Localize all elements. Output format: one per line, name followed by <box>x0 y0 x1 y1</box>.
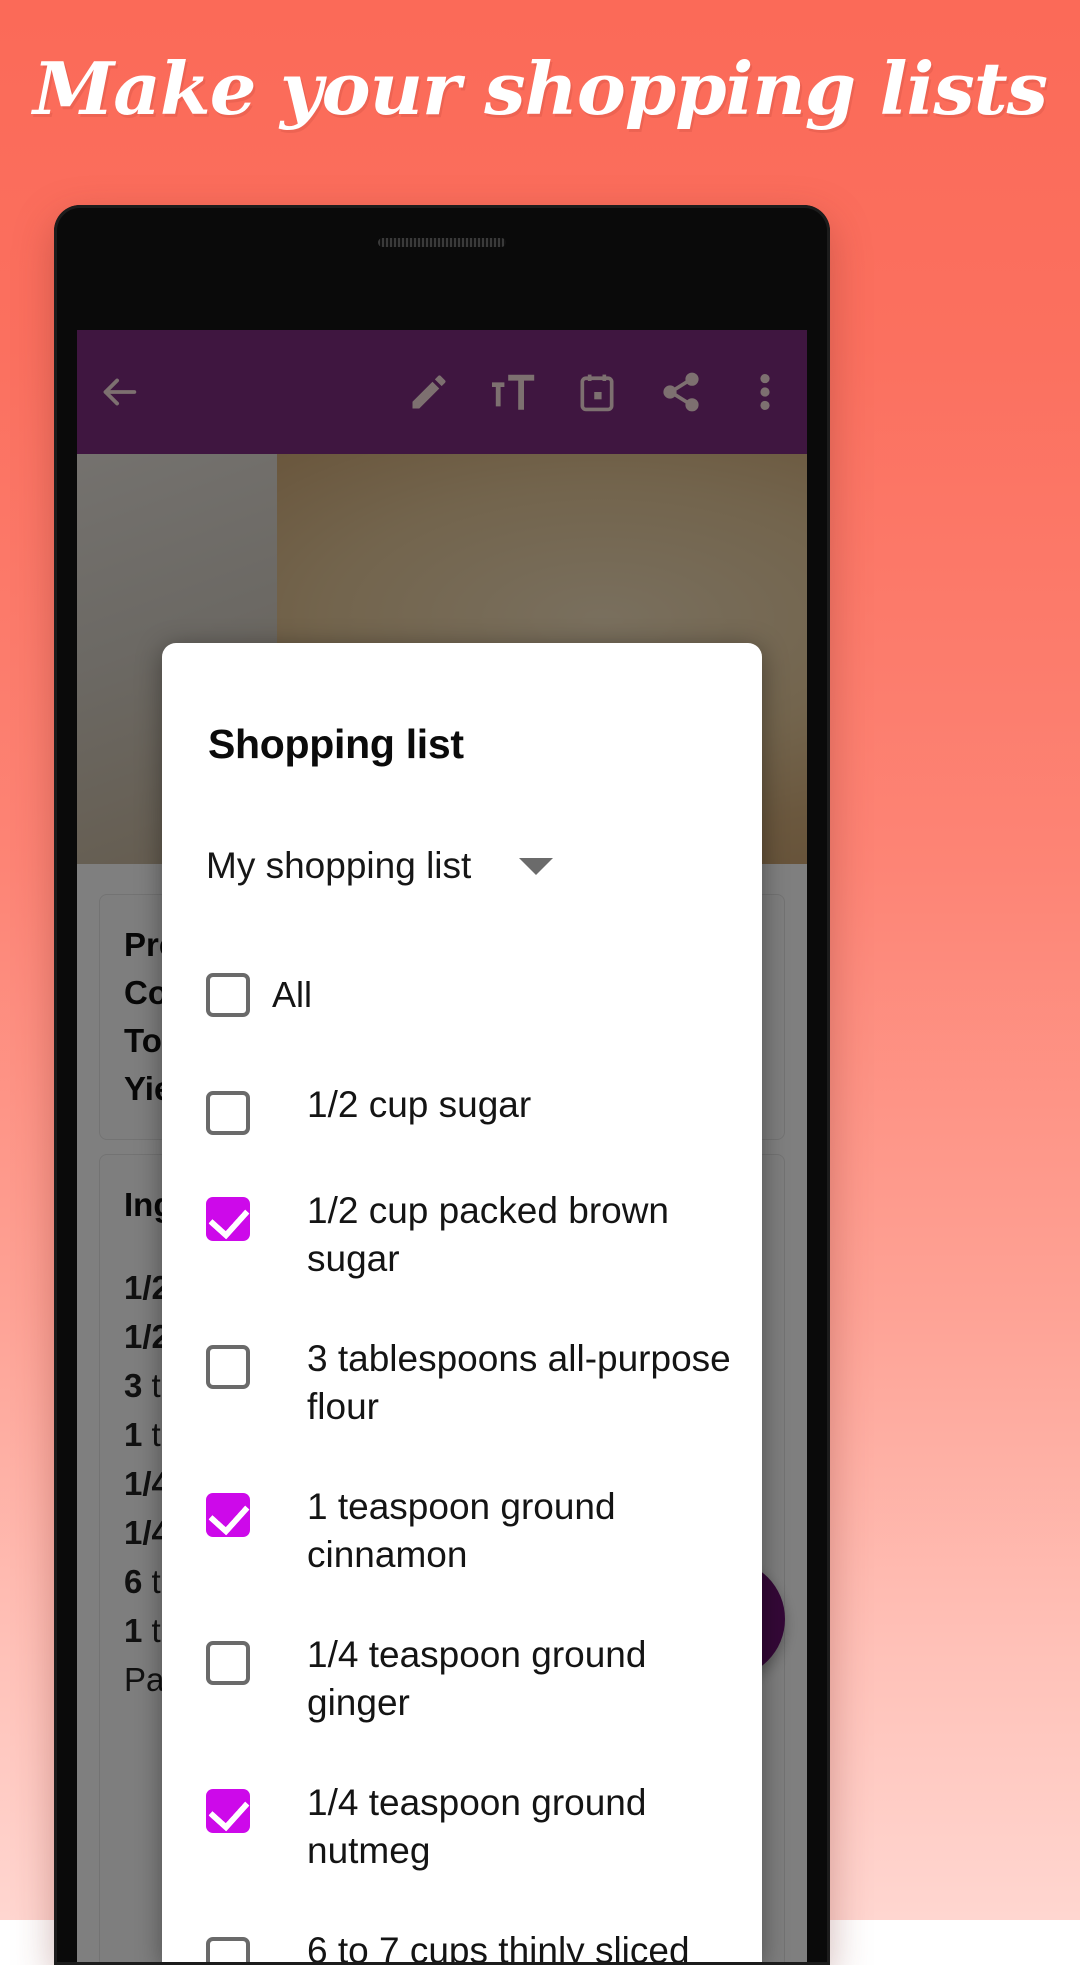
list-item[interactable]: 1/2 cup sugar <box>162 1047 762 1153</box>
promo-headline: Make your shopping lists <box>0 34 1080 144</box>
item-label: 1 teaspoon ground cinnamon <box>307 1467 732 1579</box>
dialog-title: Shopping list <box>208 721 464 768</box>
share-icon <box>659 370 703 414</box>
list-item[interactable]: 1 teaspoon ground cinnamon <box>162 1449 762 1597</box>
item-label: 1/4 teaspoon ground nutmeg <box>307 1763 732 1875</box>
list-item[interactable]: 1/2 cup packed brown sugar <box>162 1153 762 1301</box>
list-item[interactable]: 1/4 teaspoon ground ginger <box>162 1597 762 1745</box>
share-button[interactable] <box>639 330 723 454</box>
edit-button[interactable] <box>387 330 471 454</box>
item-label: 1/2 cup packed brown sugar <box>307 1171 732 1283</box>
device-speaker-grill <box>378 238 506 247</box>
device-frame: Prep Coo Tota Yiel Ingr 1/2 1/2 3 ta 1 t… <box>54 205 830 1965</box>
shopping-list-selector-value: My shopping list <box>206 845 471 887</box>
overflow-menu-icon <box>755 369 775 415</box>
item-checkbox[interactable] <box>206 1937 250 1965</box>
item-label: 3 tablespoons all-purpose flour <box>307 1319 732 1431</box>
calendar-icon <box>575 370 619 414</box>
select-all-row[interactable]: All <box>162 943 762 1047</box>
list-item[interactable]: 1/4 teaspoon ground nutmeg <box>162 1745 762 1893</box>
list-item[interactable]: 3 tablespoons all-purpose flour <box>162 1301 762 1449</box>
calendar-button[interactable] <box>555 330 639 454</box>
device-screen: Prep Coo Tota Yiel Ingr 1/2 1/2 3 ta 1 t… <box>77 330 807 1965</box>
format-size-icon <box>489 370 537 414</box>
app-toolbar <box>77 330 807 454</box>
select-all-label: All <box>272 971 312 1019</box>
item-checkbox[interactable] <box>206 1345 250 1389</box>
shopping-list-rows: All 1/2 cup sugar 1/2 cup packed brown s… <box>162 943 762 1965</box>
item-checkbox[interactable] <box>206 1641 250 1685</box>
item-label: 1/2 cup sugar <box>307 1065 531 1129</box>
promo-background: Make your shopping lists <box>0 0 1080 1920</box>
item-checkbox[interactable] <box>206 1789 250 1833</box>
item-label: 1/4 teaspoon ground ginger <box>307 1615 732 1727</box>
item-checkbox[interactable] <box>206 1493 250 1537</box>
shopping-list-dialog: Shopping list My shopping list All 1/2 c… <box>162 643 762 1965</box>
back-icon <box>96 369 142 415</box>
back-button[interactable] <box>77 330 161 454</box>
item-checkbox[interactable] <box>206 1091 250 1135</box>
edit-pencil-icon <box>407 370 451 414</box>
select-all-checkbox[interactable] <box>206 973 250 1017</box>
item-checkbox[interactable] <box>206 1197 250 1241</box>
shopping-list-selector[interactable]: My shopping list <box>206 828 636 904</box>
chevron-down-icon <box>519 858 553 875</box>
overflow-menu-button[interactable] <box>723 330 807 454</box>
text-size-button[interactable] <box>471 330 555 454</box>
item-label: 6 to 7 cups thinly sliced <box>307 1911 690 1965</box>
list-item[interactable]: 6 to 7 cups thinly sliced <box>162 1893 762 1965</box>
